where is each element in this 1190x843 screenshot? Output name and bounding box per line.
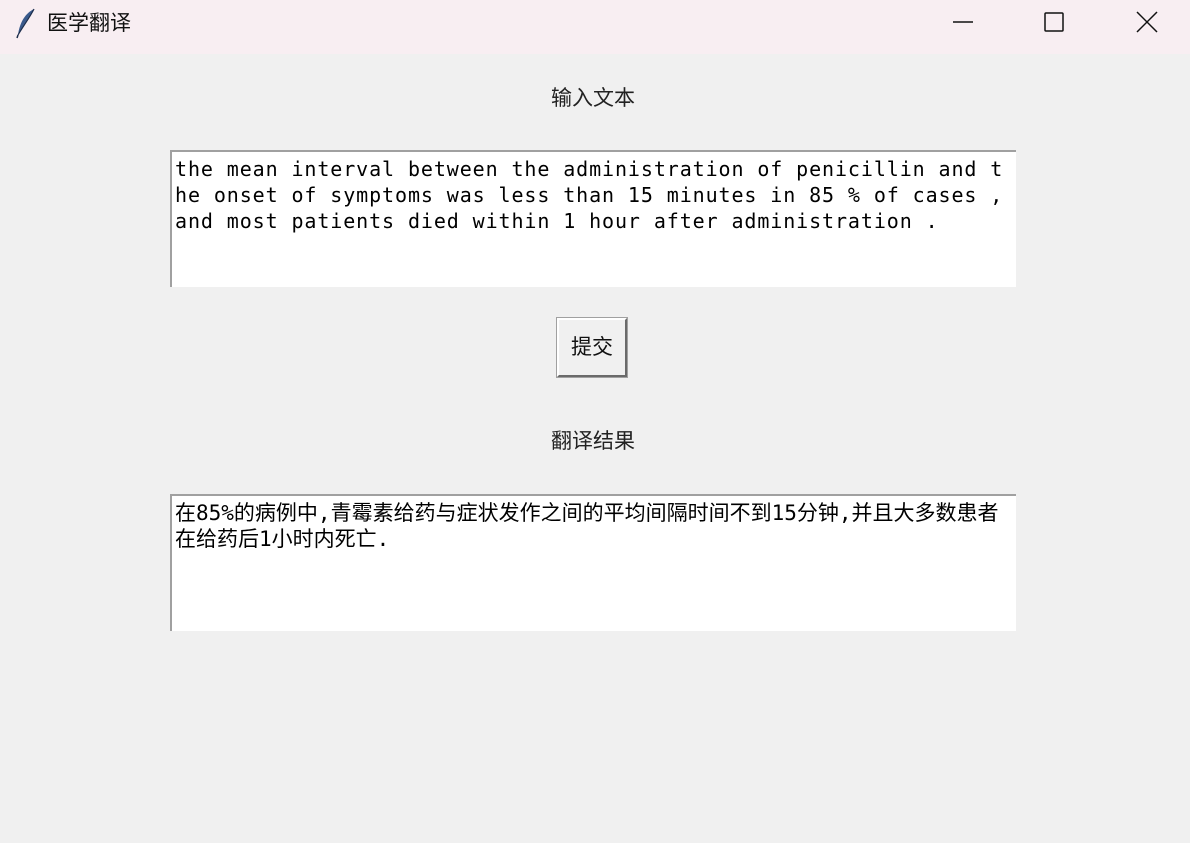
title-bar[interactable]: 医学翻译 [0, 0, 1190, 54]
close-icon [1136, 11, 1158, 33]
close-button[interactable] [1100, 0, 1190, 46]
input-textbox[interactable]: the mean interval between the administra… [170, 150, 1016, 287]
feather-icon [14, 7, 38, 39]
maximize-icon [1044, 12, 1064, 32]
window-title: 医学翻译 [47, 11, 131, 35]
input-label: 输入文本 [551, 86, 635, 110]
result-label: 翻译结果 [551, 429, 635, 453]
maximize-button[interactable] [1009, 0, 1099, 46]
submit-button[interactable]: 提交 [556, 317, 628, 378]
minimize-icon [953, 21, 973, 23]
result-textbox[interactable]: 在85%的病例中,青霉素给药与症状发作之间的平均间隔时间不到15分钟,并且大多数… [170, 494, 1016, 631]
app-window: 医学翻译 输入文本 the mean interval between the … [0, 0, 1190, 843]
minimize-button[interactable] [918, 0, 1008, 46]
